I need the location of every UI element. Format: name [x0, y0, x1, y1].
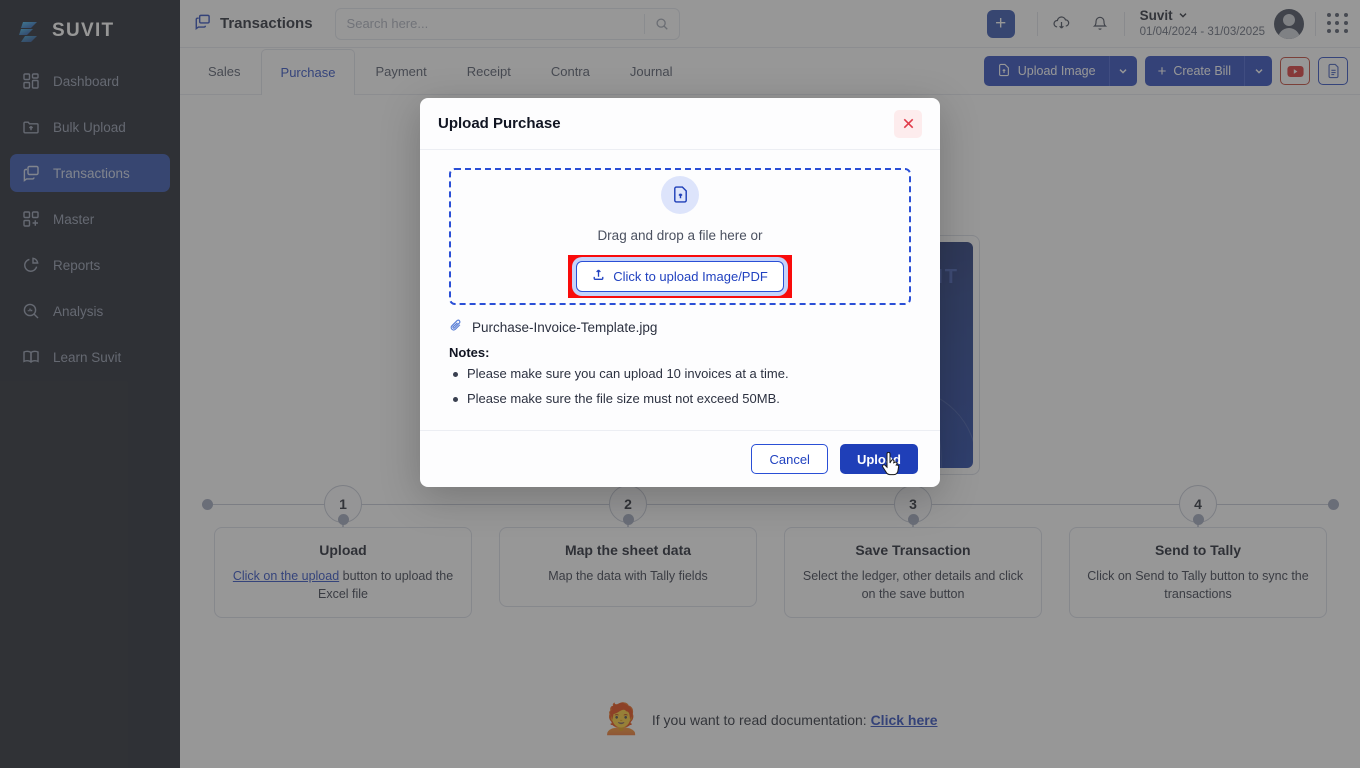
upload-button[interactable]: Upload — [839, 444, 918, 474]
file-upload-icon — [661, 175, 699, 214]
app-root: SUVIT Dashboard Bul — [0, 0, 1360, 768]
dropzone-text: Drag and drop a file here or — [597, 227, 763, 243]
modal-title: Upload Purchase — [438, 115, 561, 132]
attachment-icon — [449, 318, 464, 336]
notes-title: Notes: — [449, 345, 490, 360]
selected-file-row: Purchase-Invoice-Template.jpg — [430, 305, 930, 336]
cancel-button[interactable]: Cancel — [751, 444, 828, 474]
selected-file-name: Purchase-Invoice-Template.jpg — [472, 319, 658, 335]
note-item: Please make sure the file size must not … — [449, 391, 911, 406]
upload-button-highlight: Click to upload Image/PDF — [568, 254, 792, 298]
click-to-upload-label: Click to upload Image/PDF — [613, 268, 768, 284]
modal-footer: Cancel Upload — [420, 430, 940, 487]
notes-list: Please make sure you can upload 10 invoi… — [430, 360, 930, 420]
modal-body: Drag and drop a file here or Click to up… — [420, 150, 940, 430]
upload-purchase-modal: Upload Purchase Drag and drop a file her… — [420, 98, 940, 487]
click-to-upload-button[interactable]: Click to upload Image/PDF — [576, 260, 784, 292]
note-item: Please make sure you can upload 10 invoi… — [449, 366, 911, 381]
file-dropzone[interactable]: Drag and drop a file here or Click to up… — [449, 168, 911, 305]
upload-arrow-icon — [592, 268, 605, 284]
close-icon[interactable] — [894, 109, 922, 138]
modal-header: Upload Purchase — [420, 98, 940, 150]
